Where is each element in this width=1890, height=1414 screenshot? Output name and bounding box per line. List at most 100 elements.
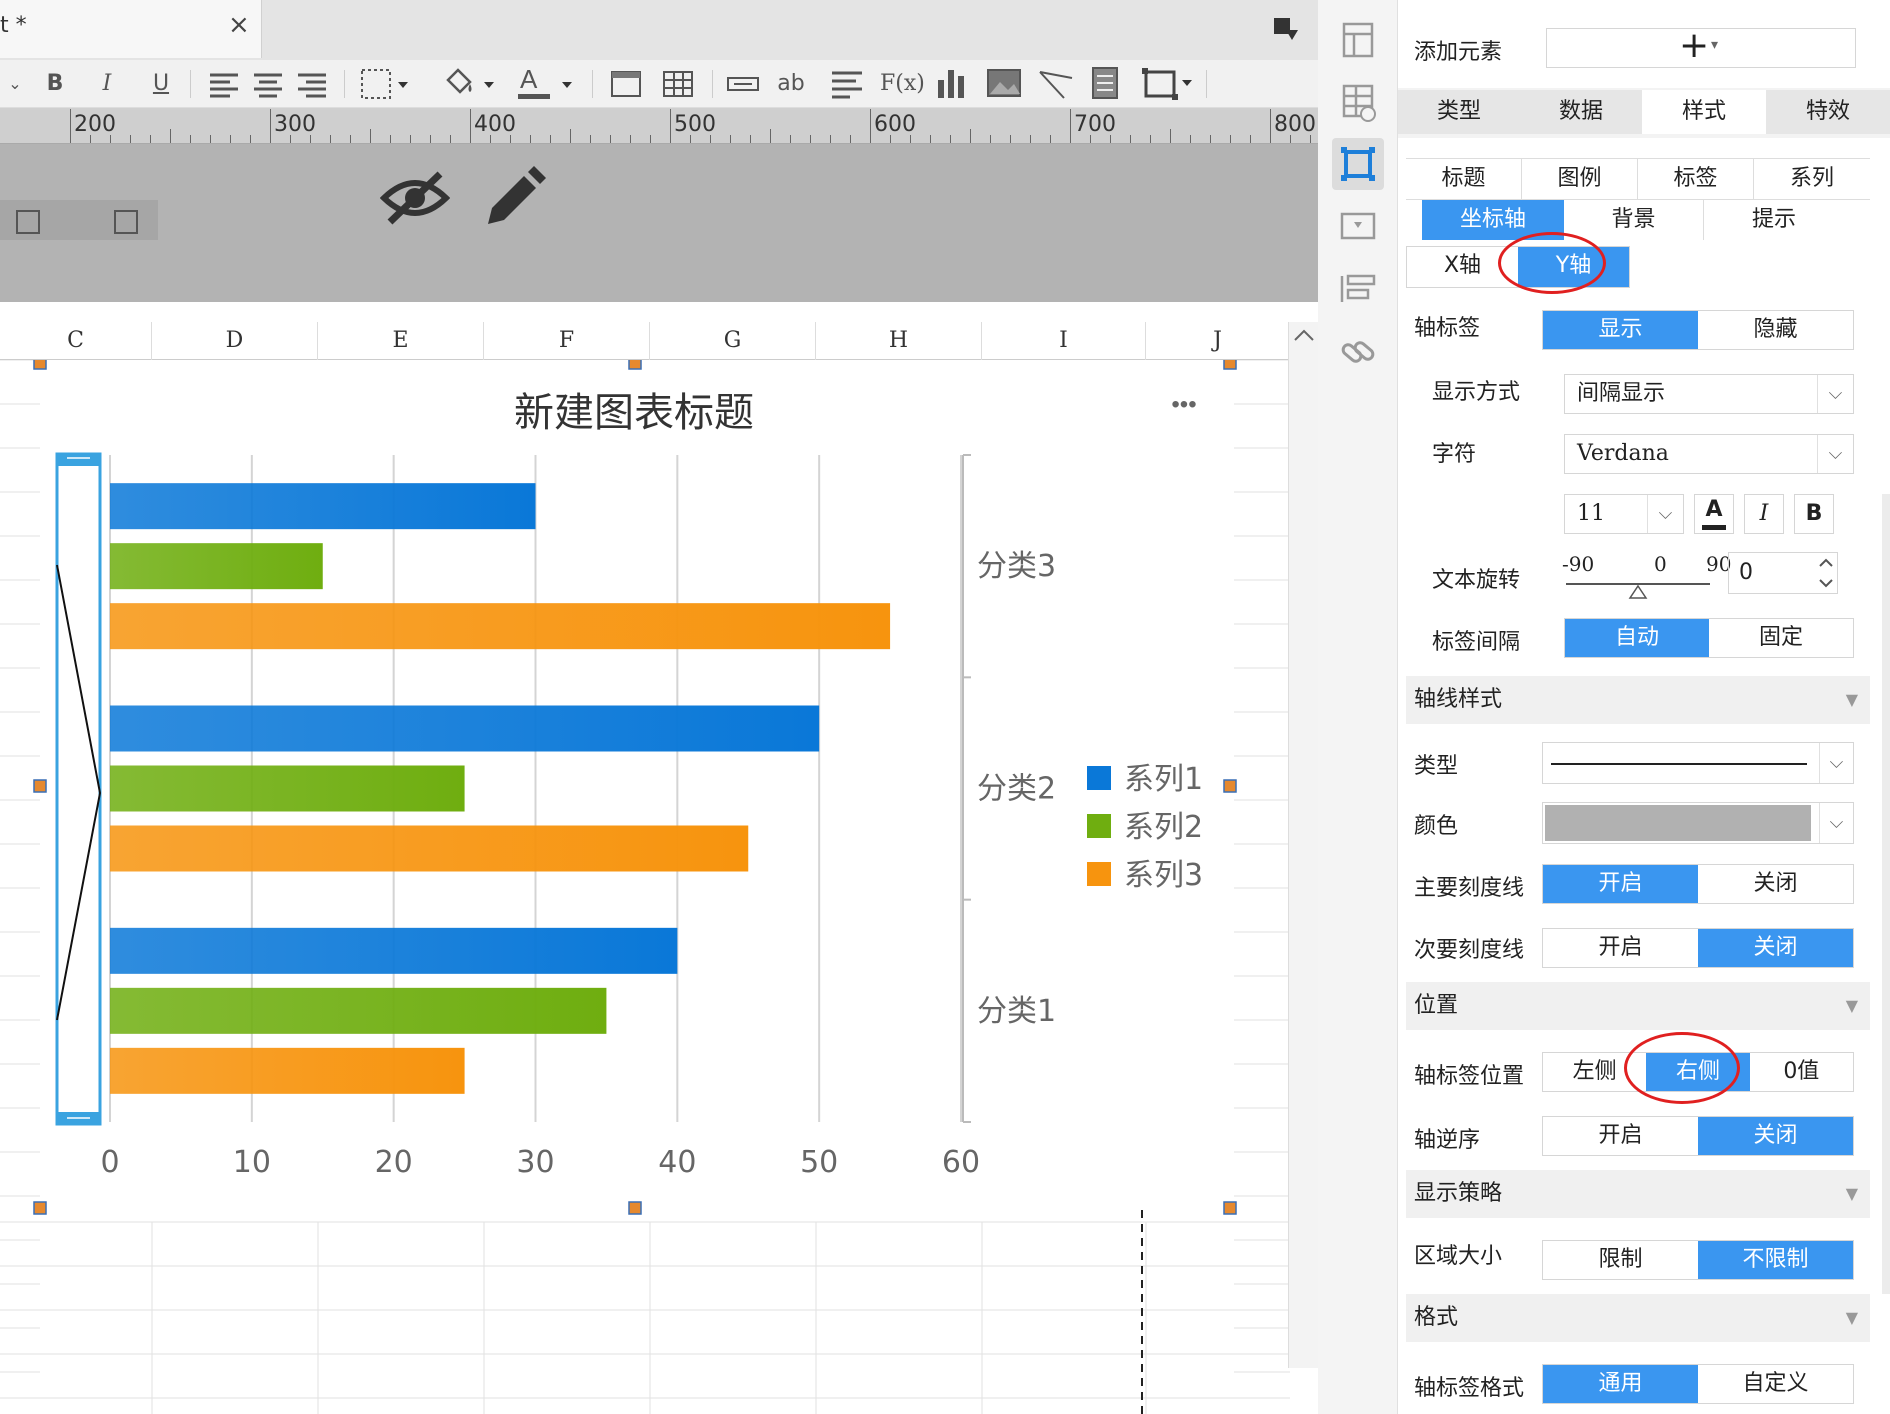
- bar-系列3-分类3[interactable]: [110, 603, 891, 650]
- bar-系列2-分类1[interactable]: [110, 987, 607, 1034]
- align-center-icon[interactable]: [252, 72, 284, 108]
- bold-button[interactable]: B: [1794, 494, 1834, 534]
- on-option[interactable]: 开启: [1543, 1117, 1698, 1155]
- panel-scrollbar[interactable]: [1882, 494, 1890, 1294]
- zero-option[interactable]: 0值: [1750, 1053, 1853, 1091]
- document-icon[interactable]: [1090, 66, 1120, 102]
- legend-label[interactable]: 系列3: [1124, 858, 1203, 893]
- link-icon[interactable]: [1332, 326, 1384, 378]
- resize-handle[interactable]: [33, 779, 47, 793]
- chevron-down-icon[interactable]: ⌄: [0, 66, 30, 102]
- column-header-h[interactable]: H: [816, 322, 982, 360]
- layout-icon[interactable]: [1332, 14, 1384, 66]
- subtab-label[interactable]: 标签: [1638, 159, 1754, 199]
- tab-effects[interactable]: 特效: [1766, 90, 1890, 134]
- column-header-i[interactable]: I: [982, 322, 1146, 360]
- bar-系列1-分类1[interactable]: [110, 927, 678, 974]
- widget-icon[interactable]: [1332, 200, 1384, 252]
- resize-handle[interactable]: [33, 360, 47, 370]
- line-type-select[interactable]: ⌵: [1542, 742, 1854, 784]
- frame-icon[interactable]: [1140, 66, 1194, 102]
- resize-handle[interactable]: [628, 360, 642, 370]
- rotation-stepper[interactable]: [1814, 552, 1838, 594]
- checkbox[interactable]: [16, 210, 40, 234]
- subtab-series[interactable]: 系列: [1754, 159, 1870, 199]
- show-option[interactable]: 显示: [1543, 311, 1698, 349]
- unlimited-option[interactable]: 不限制: [1698, 1241, 1853, 1279]
- chart-title[interactable]: 新建图表标题: [514, 391, 754, 435]
- axis-line-section[interactable]: 轴线样式 ▼: [1406, 676, 1870, 724]
- resize-handle[interactable]: [1223, 360, 1237, 370]
- bar-chart-icon[interactable]: [936, 66, 968, 102]
- input-box-icon[interactable]: [726, 74, 760, 110]
- table-icon[interactable]: [1332, 76, 1384, 128]
- italic-button[interactable]: I: [1744, 494, 1784, 534]
- font-color-button[interactable]: A: [1694, 494, 1734, 534]
- format-section[interactable]: 格式 ▼: [1406, 1294, 1870, 1342]
- display-mode-select[interactable]: 间隔显示 ⌵: [1564, 374, 1854, 414]
- bold-button[interactable]: B: [40, 66, 70, 102]
- chart-frame-tab[interactable]: [1332, 138, 1384, 190]
- add-element-button[interactable]: + ▾: [1546, 25, 1856, 68]
- legend-swatch[interactable]: [1087, 862, 1111, 886]
- font-family-select[interactable]: Verdana ⌵: [1564, 434, 1854, 474]
- column-header-f[interactable]: F: [484, 322, 650, 360]
- off-option[interactable]: 关闭: [1698, 929, 1853, 967]
- more-options-icon[interactable]: •••: [1171, 391, 1196, 418]
- off-option[interactable]: 关闭: [1698, 865, 1853, 903]
- text-label-button[interactable]: ab: [776, 66, 806, 102]
- underline-button[interactable]: U: [146, 66, 176, 102]
- legend-label[interactable]: 系列2: [1124, 810, 1203, 845]
- vertical-scrollbar[interactable]: [1288, 322, 1318, 1368]
- italic-button[interactable]: I: [92, 66, 122, 102]
- fixed-option[interactable]: 固定: [1709, 619, 1853, 657]
- document-tab[interactable]: t * ×: [0, 0, 262, 58]
- merge-cells-icon[interactable]: [610, 70, 642, 106]
- subtab-tooltip[interactable]: 提示: [1704, 200, 1844, 240]
- off-option[interactable]: 关闭: [1698, 1117, 1853, 1155]
- tab-type[interactable]: 类型: [1398, 90, 1520, 134]
- hide-option[interactable]: 隐藏: [1698, 311, 1853, 349]
- auto-option[interactable]: 自动: [1565, 619, 1709, 657]
- column-header-j[interactable]: J: [1146, 322, 1290, 360]
- column-header-c[interactable]: C: [0, 322, 152, 360]
- bar-系列2-分类3[interactable]: [110, 543, 323, 590]
- collapse-corner-icon[interactable]: [1272, 16, 1300, 44]
- resize-handle[interactable]: [628, 1201, 642, 1215]
- paragraph-icon[interactable]: [830, 70, 864, 106]
- close-icon[interactable]: ×: [228, 10, 250, 40]
- subtab-legend[interactable]: 图例: [1522, 159, 1638, 199]
- legend-swatch[interactable]: [1087, 766, 1111, 790]
- resize-handle[interactable]: [1223, 1201, 1237, 1215]
- resize-handle[interactable]: [1223, 779, 1237, 793]
- list-icon[interactable]: [1332, 262, 1384, 314]
- line-color-picker[interactable]: ⌵: [1542, 802, 1854, 844]
- align-right-icon[interactable]: [296, 72, 328, 108]
- checkbox[interactable]: [114, 210, 138, 234]
- tab-style[interactable]: 样式: [1642, 90, 1766, 134]
- bar-系列3-分类2[interactable]: [110, 825, 749, 872]
- bar-系列1-分类2[interactable]: [110, 705, 820, 752]
- table-grid-icon[interactable]: [662, 70, 694, 106]
- position-section[interactable]: 位置 ▼: [1406, 982, 1870, 1030]
- align-left-icon[interactable]: [208, 72, 240, 108]
- resize-handle[interactable]: [33, 1201, 47, 1215]
- legend-label[interactable]: 系列1: [1124, 762, 1203, 797]
- formula-button[interactable]: F(x): [880, 66, 925, 102]
- border-icon[interactable]: [360, 68, 410, 104]
- column-header-e[interactable]: E: [318, 322, 484, 360]
- scroll-up-icon[interactable]: [1293, 328, 1315, 342]
- pencil-icon[interactable]: [480, 166, 546, 232]
- line-tool-icon[interactable]: [1038, 66, 1074, 102]
- subtab-title[interactable]: 标题: [1406, 159, 1522, 199]
- rotation-slider[interactable]: [1564, 578, 1714, 600]
- font-size-select[interactable]: 11 ⌵: [1564, 494, 1684, 534]
- limit-option[interactable]: 限制: [1543, 1241, 1698, 1279]
- custom-option[interactable]: 自定义: [1698, 1365, 1853, 1403]
- display-strategy-section[interactable]: 显示策略 ▼: [1406, 1170, 1870, 1218]
- column-header-d[interactable]: D: [152, 322, 318, 360]
- general-option[interactable]: 通用: [1543, 1365, 1698, 1403]
- column-header-g[interactable]: G: [650, 322, 816, 360]
- tab-data[interactable]: 数据: [1520, 90, 1642, 134]
- eye-hidden-icon[interactable]: [380, 168, 450, 228]
